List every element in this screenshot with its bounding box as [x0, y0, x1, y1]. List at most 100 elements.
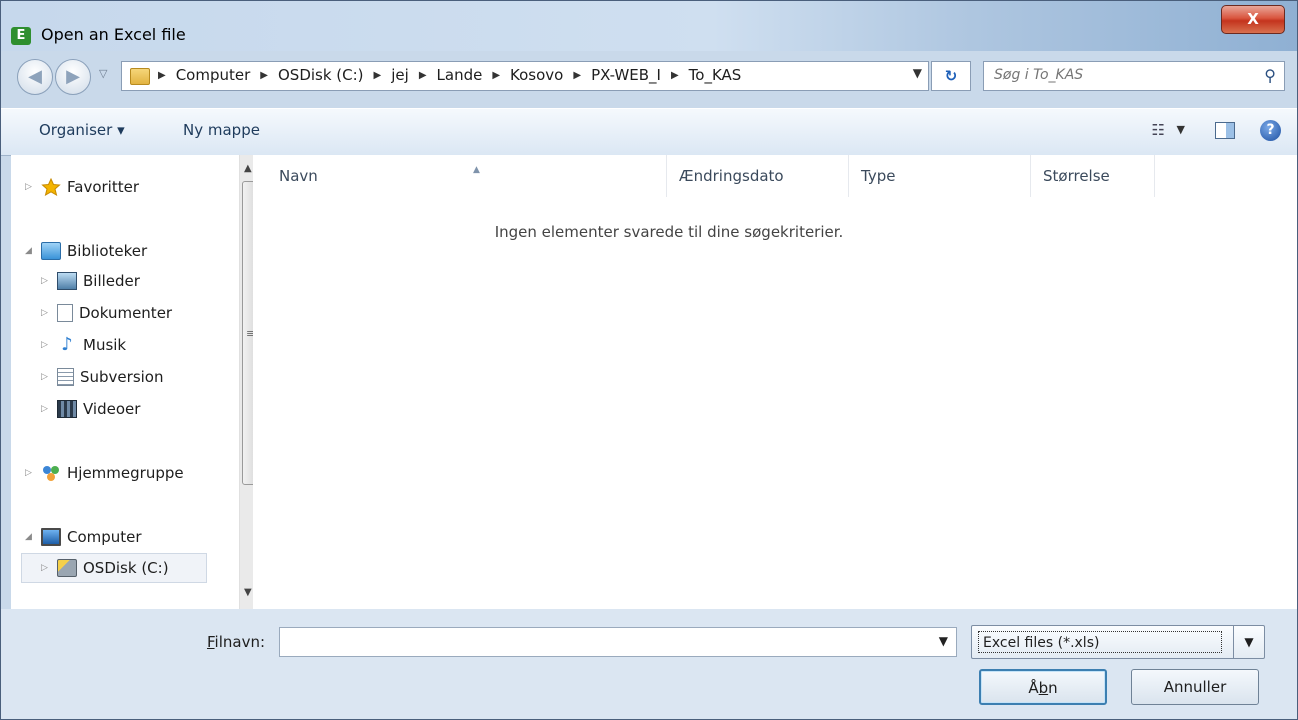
nav-item-homegroup[interactable]: ▷ Hjemmegruppe — [25, 459, 184, 487]
nav-item-videos[interactable]: ▷ Videoer — [41, 395, 140, 423]
nav-item-computer[interactable]: ◢ Computer — [25, 523, 142, 551]
collapse-icon[interactable]: ◢ — [25, 246, 37, 256]
nav-label: Favoritter — [67, 178, 139, 196]
views-icon[interactable]: ☷ — [1152, 121, 1165, 139]
expand-icon[interactable]: ▷ — [41, 340, 53, 350]
nav-item-osdisk[interactable]: ▷ OSDisk (C:) — [41, 554, 169, 582]
window-title: Open an Excel file — [41, 25, 186, 44]
column-size[interactable]: Størrelse — [1031, 155, 1155, 197]
nav-item-documents[interactable]: ▷ Dokumenter — [41, 299, 172, 327]
expand-icon[interactable]: ▷ — [41, 308, 53, 318]
nav-label: Dokumenter — [79, 304, 173, 322]
open-label-accesskey: b — [1038, 679, 1049, 697]
column-name-label: Navn — [279, 167, 318, 185]
open-label-part: n — [1048, 679, 1058, 697]
excel-app-icon: E — [11, 27, 31, 45]
open-button[interactable]: Åbn — [979, 669, 1107, 705]
breadcrumb-separator-icon[interactable]: ▶ — [573, 66, 581, 86]
scroll-up-icon[interactable]: ▲ — [244, 163, 252, 174]
nav-item-pictures[interactable]: ▷ Billeder — [41, 267, 140, 295]
documents-icon — [57, 304, 73, 322]
file-type-dropdown-icon[interactable]: ▼ — [1233, 626, 1264, 658]
breadcrumb-separator-icon[interactable]: ▶ — [492, 66, 500, 86]
breadcrumb-separator-icon[interactable]: ▶ — [374, 66, 382, 86]
breadcrumb-separator-icon[interactable]: ▶ — [158, 66, 166, 86]
open-file-dialog: E Open an Excel file X ◀ ▶ ▽ ▶ Computer … — [0, 0, 1298, 720]
breadcrumb-to-kas[interactable]: To_KAS — [689, 66, 742, 86]
column-date[interactable]: Ændringsdato — [667, 155, 849, 197]
breadcrumb-jej[interactable]: jej — [391, 66, 409, 86]
breadcrumb-separator-icon[interactable]: ▶ — [671, 66, 679, 86]
breadcrumb-separator-icon[interactable]: ▶ — [260, 66, 268, 86]
nav-label: Subversion — [80, 368, 164, 386]
nav-label: Computer — [67, 528, 142, 546]
empty-results-message: Ingen elementer svarede til dine søgekri… — [494, 223, 844, 241]
scroll-down-icon[interactable]: ▼ — [244, 587, 252, 598]
expand-icon[interactable]: ▷ — [41, 404, 53, 414]
libraries-icon — [41, 242, 61, 260]
column-type[interactable]: Type — [849, 155, 1031, 197]
navigation-pane: ▷ Favoritter ◢ Biblioteker ▷ Billeder ▷ … — [11, 155, 260, 609]
nav-label: Billeder — [83, 272, 140, 290]
breadcrumb-separator-icon[interactable]: ▶ — [419, 66, 427, 86]
address-row: ◀ ▶ ▽ ▶ Computer ▶ OSDisk (C:) ▶ jej ▶ L… — [1, 51, 1297, 101]
hard-drive-icon — [57, 559, 77, 577]
filename-combobox[interactable]: ▼ — [279, 627, 957, 657]
help-icon[interactable]: ? — [1260, 120, 1281, 141]
filename-dropdown-icon[interactable]: ▼ — [939, 634, 948, 648]
address-bar[interactable]: ▶ Computer ▶ OSDisk (C:) ▶ jej ▶ Lande ▶… — [121, 61, 929, 91]
organise-button[interactable]: Organiser ▾ — [39, 121, 125, 139]
new-folder-button[interactable]: Ny mappe — [183, 121, 260, 139]
expand-icon[interactable]: ▷ — [41, 372, 53, 382]
nav-label: Hjemmegruppe — [67, 464, 184, 482]
breadcrumb-lande[interactable]: Lande — [437, 66, 483, 86]
breadcrumb-px-web[interactable]: PX-WEB_I — [591, 66, 661, 86]
expand-icon[interactable]: ▷ — [41, 276, 53, 286]
nav-item-music[interactable]: ▷ ♪ Musik — [41, 331, 126, 359]
file-list[interactable]: Navn ▲ Ændringsdato Type Størrelse Ingen… — [253, 155, 1297, 609]
nav-label: Musik — [83, 336, 127, 354]
breadcrumb: ▶ Computer ▶ OSDisk (C:) ▶ jej ▶ Lande ▶… — [158, 66, 741, 86]
refresh-icon[interactable]: ↻ — [931, 61, 971, 91]
star-icon — [41, 177, 61, 197]
search-input[interactable] — [992, 66, 1246, 84]
expand-icon[interactable]: ▷ — [41, 563, 53, 573]
nav-label: Videoer — [83, 400, 141, 418]
command-bar: Organiser ▾ Ny mappe ☷ ▼ ? — [1, 108, 1297, 156]
subversion-icon — [57, 368, 74, 386]
music-note-icon: ♪ — [61, 334, 73, 355]
dialog-footer: Filnavn: ▼ Excel files (*.xls) ▼ Åbn Ann… — [1, 609, 1297, 719]
breadcrumb-computer[interactable]: Computer — [176, 66, 251, 86]
address-dropdown-icon[interactable]: ▼ — [913, 66, 922, 80]
nav-item-subversion[interactable]: ▷ Subversion — [41, 363, 164, 391]
nav-item-favorites[interactable]: ▷ Favoritter — [25, 173, 139, 201]
search-icon[interactable]: ⚲ — [1264, 66, 1276, 85]
nav-item-libraries[interactable]: ◢ Biblioteker — [25, 237, 147, 265]
nav-label: OSDisk (C:) — [83, 559, 169, 577]
recent-pages-chevron-icon[interactable]: ▽ — [99, 67, 107, 80]
views-dropdown-icon[interactable]: ▼ — [1177, 123, 1185, 136]
film-icon — [57, 400, 77, 418]
forward-arrow-icon[interactable]: ▶ — [55, 59, 91, 95]
title-bar[interactable]: E Open an Excel file X — [1, 1, 1297, 51]
filename-label: Filnavn: — [207, 633, 265, 651]
search-box[interactable]: ⚲ — [983, 61, 1285, 91]
folder-icon — [130, 68, 150, 85]
sort-ascending-icon: ▲ — [473, 165, 480, 175]
pictures-icon — [57, 272, 77, 290]
open-label-part: Å — [1028, 679, 1039, 697]
preview-pane-icon[interactable] — [1215, 122, 1235, 139]
breadcrumb-osdisk[interactable]: OSDisk (C:) — [278, 66, 364, 86]
close-button[interactable]: X — [1221, 5, 1285, 34]
file-type-select[interactable]: Excel files (*.xls) ▼ — [971, 625, 1265, 659]
expand-icon[interactable]: ▷ — [25, 182, 37, 192]
expand-icon[interactable]: ▷ — [25, 468, 37, 478]
file-type-value[interactable]: Excel files (*.xls) — [978, 631, 1222, 653]
back-arrow-icon[interactable]: ◀ — [17, 59, 53, 95]
column-name[interactable]: Navn ▲ — [267, 155, 667, 197]
cancel-button[interactable]: Annuller — [1131, 669, 1259, 705]
nav-label: Biblioteker — [67, 242, 148, 260]
homegroup-icon — [41, 464, 61, 482]
collapse-icon[interactable]: ◢ — [25, 532, 37, 542]
breadcrumb-kosovo[interactable]: Kosovo — [510, 66, 563, 86]
